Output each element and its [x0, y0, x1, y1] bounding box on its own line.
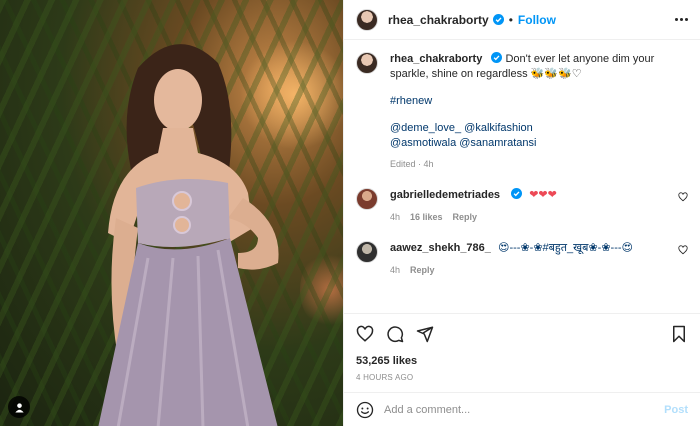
caption-hashtag[interactable]: #rhenew — [390, 95, 432, 107]
header-separator: • — [508, 12, 513, 27]
caption-username[interactable]: rhea_chakraborty — [390, 53, 482, 65]
likes-count[interactable]: 53,265 likes — [344, 355, 700, 367]
user-icon — [14, 402, 24, 413]
post-time[interactable]: 4 HOURS AGO — [344, 373, 700, 382]
reply-button[interactable]: Reply — [453, 210, 478, 225]
share-paper-plane-icon[interactable] — [416, 325, 434, 343]
avatar[interactable] — [356, 241, 378, 263]
emoji-icon[interactable] — [356, 401, 374, 419]
post-sidebar: rhea_chakraborty • Follow rhea_chakrabor… — [343, 0, 700, 426]
comment-text: ❤❤❤ — [529, 189, 557, 201]
add-comment-bar: Post — [344, 392, 700, 426]
comment-item: aawez_shekh_786_ 😍---❀-❀#बहुत_खूब❀-❀---😍… — [356, 241, 688, 278]
caption-body: rhea_chakraborty Don't ever let anyone d… — [390, 52, 688, 172]
tagged-users-button[interactable] — [8, 396, 30, 418]
post-actions — [344, 313, 700, 353]
verified-badge-icon — [491, 52, 503, 63]
photo-woman-figure — [98, 44, 279, 426]
comment-bubble-icon[interactable] — [386, 325, 404, 343]
comment-time: 4h — [390, 212, 401, 222]
save-bookmark-icon[interactable] — [670, 325, 688, 343]
comment-likes[interactable]: 16 likes — [410, 210, 443, 225]
comment-text: 😍---❀-❀#बहुत_खूब❀-❀---😍 — [497, 242, 633, 254]
comment-body: aawez_shekh_786_ 😍---❀-❀#बहुत_खूब❀-❀---😍… — [390, 241, 672, 278]
comment-username[interactable]: gabrielledemetriades — [390, 189, 500, 201]
verified-badge-icon — [492, 14, 504, 25]
follow-button[interactable]: Follow — [518, 13, 556, 27]
verified-badge-icon — [511, 188, 523, 199]
instagram-post: rhea_chakraborty • Follow rhea_chakrabor… — [0, 0, 700, 426]
avatar[interactable] — [356, 188, 378, 210]
like-comment-heart-icon[interactable] — [678, 192, 688, 202]
comment-username[interactable]: aawez_shekh_786_ — [390, 242, 491, 254]
caption-meta: Edited · 4h — [390, 159, 434, 169]
comment-time: 4h — [390, 265, 401, 275]
post-header: rhea_chakraborty • Follow — [344, 0, 700, 40]
comment-meta: 4h 16 likes Reply — [390, 210, 672, 225]
more-options-icon[interactable] — [675, 18, 688, 21]
comment-input[interactable] — [384, 403, 665, 416]
caption: rhea_chakraborty Don't ever let anyone d… — [356, 52, 688, 172]
like-heart-icon[interactable] — [356, 325, 374, 343]
comment-item: gabrielledemetriades ❤❤❤ 4h 16 likes Rep… — [356, 188, 688, 225]
avatar[interactable] — [356, 8, 378, 31]
header-username[interactable]: rhea_chakraborty — [388, 13, 489, 27]
post-comment-button[interactable]: Post — [664, 404, 688, 416]
comment-body: gabrielledemetriades ❤❤❤ 4h 16 likes Rep… — [390, 188, 672, 225]
avatar[interactable] — [356, 52, 378, 74]
caption-mentions-line2[interactable]: @asmotiwala @sanamratansi — [390, 136, 688, 151]
comments-section: rhea_chakraborty Don't ever let anyone d… — [344, 40, 700, 313]
reply-button[interactable]: Reply — [410, 263, 435, 278]
like-comment-heart-icon[interactable] — [678, 245, 688, 255]
caption-mentions-line1[interactable]: @deme_love_ @kalkifashion — [390, 121, 688, 136]
comment-meta: 4h Reply — [390, 263, 672, 278]
post-photo[interactable] — [0, 0, 343, 426]
